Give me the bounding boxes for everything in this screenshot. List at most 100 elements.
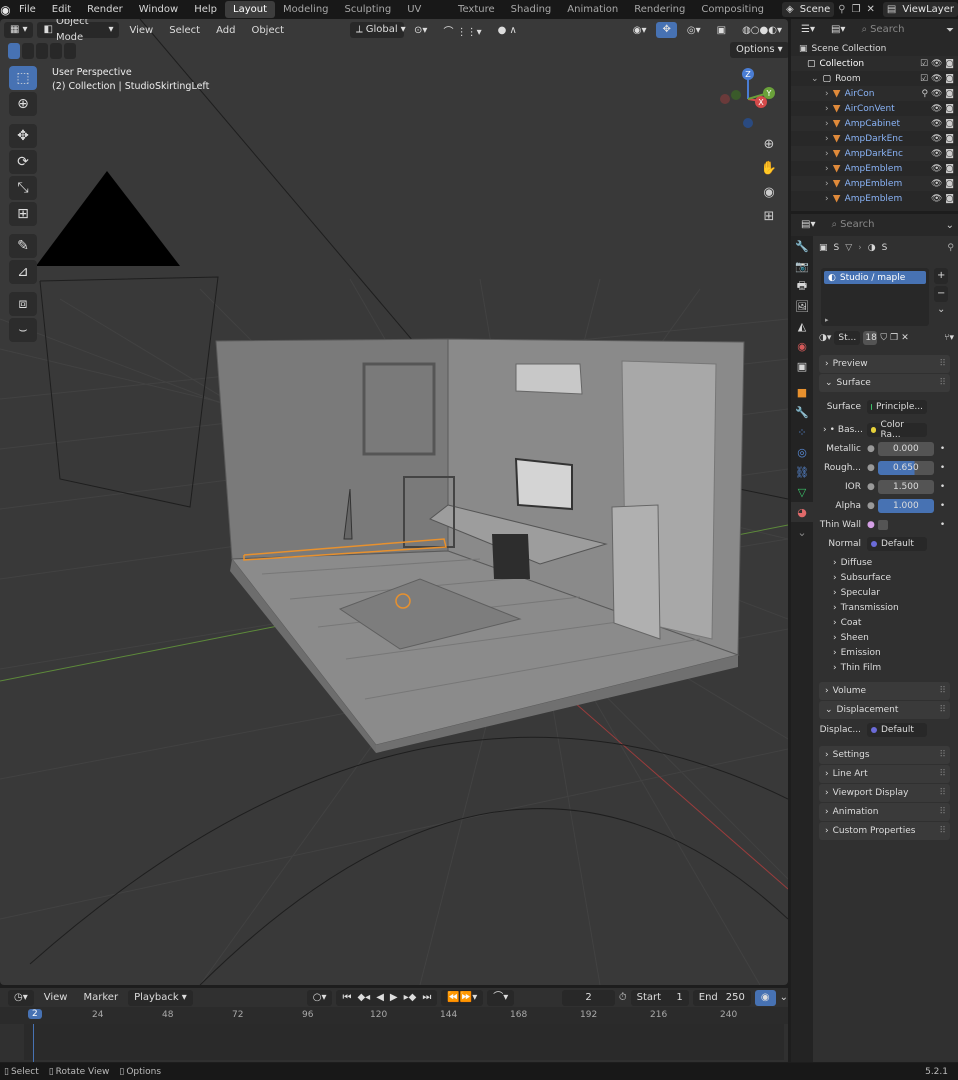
row-toggles[interactable]: ☑ 👁 ◙ xyxy=(920,59,954,69)
base-color-field[interactable]: Color Ra... xyxy=(867,420,927,440)
panel-line-art[interactable]: › Line Art ⠿ xyxy=(819,765,950,783)
render-tab-icon[interactable]: 📷 xyxy=(791,256,813,276)
scale-tool-icon[interactable]: ⤡ xyxy=(9,176,37,200)
outliner-row-aircon[interactable]: › AirCon ⚲ 👁 ◙ xyxy=(791,86,958,101)
menu-add[interactable]: Add xyxy=(210,25,241,36)
drag-handle-icon[interactable]: ⠿ xyxy=(939,826,950,836)
view-layer-tab-icon[interactable]: 🖼 xyxy=(791,296,813,316)
row-toggles[interactable]: 👁 ◙ xyxy=(931,104,954,114)
cursor-tool-icon[interactable]: ⊕ xyxy=(9,92,37,116)
keyframe-dot-icon[interactable]: • xyxy=(940,463,945,473)
menu-file[interactable]: File xyxy=(11,0,44,19)
tab-animation[interactable]: Animation xyxy=(559,1,626,18)
material-slot-item[interactable]: ◐ Studio / maple xyxy=(824,271,926,284)
play-icon[interactable]: ▶ xyxy=(390,990,398,1006)
proportional-edit-icon[interactable]: ● ∧ xyxy=(492,25,523,36)
panel-volume[interactable]: › Volume ⠿ xyxy=(819,682,950,700)
panel-displacement[interactable]: ⌄ Displacement ⠿ xyxy=(819,701,950,719)
socket-dot-icon[interactable]: ● xyxy=(867,501,875,511)
displacement-field[interactable]: Default xyxy=(867,722,927,737)
select-extend-icon[interactable] xyxy=(22,43,34,59)
playback-dropdown[interactable]: Playback ▾ xyxy=(128,989,193,1006)
jump-start-icon[interactable]: ⏮ xyxy=(342,990,351,1006)
curve-tool-icon[interactable]: ⌣ xyxy=(9,318,37,342)
expand-chevron-icon[interactable]: › xyxy=(825,194,829,204)
tab-layout[interactable]: Layout xyxy=(225,1,276,18)
material-browse-icon[interactable]: ◑▾ xyxy=(819,333,831,343)
outliner-row-room[interactable]: ⌄ ▢ Room ☑ 👁 ◙ xyxy=(791,71,958,86)
gizmo-toggle-icon[interactable]: ✥ xyxy=(656,22,677,38)
keyframe-dot-icon[interactable]: • xyxy=(940,501,945,511)
row-toggles[interactable]: ☑ 👁 ◙ xyxy=(920,74,954,84)
transform-tool-icon[interactable]: ⊞ xyxy=(9,202,37,226)
select-new-icon[interactable] xyxy=(8,43,20,59)
keyframe-dot-icon[interactable]: • xyxy=(940,482,945,492)
menu-select[interactable]: Select xyxy=(163,25,206,36)
keyframe-set-icon[interactable]: ⏪⏩▾ xyxy=(441,989,484,1006)
constraints-tab-icon[interactable]: ⛓ xyxy=(791,462,813,482)
expand-chevron-icon[interactable]: › xyxy=(825,164,829,174)
selection-mode-buttons[interactable] xyxy=(8,43,76,59)
filter-icon[interactable]: ▤▾ xyxy=(824,22,852,38)
tab-modeling[interactable]: Modeling xyxy=(275,1,337,18)
zoom-icon[interactable]: ⊕ xyxy=(758,133,780,155)
pin-icon[interactable]: ⚲ xyxy=(947,243,954,253)
start-frame-field[interactable]: Start 1 xyxy=(630,989,689,1006)
roughness-field[interactable]: 0.650 xyxy=(877,460,934,475)
delete-scene-icon[interactable]: ✕ xyxy=(867,4,875,15)
timeline-track-area[interactable] xyxy=(24,1024,784,1060)
play-reverse-icon[interactable]: ◀ xyxy=(376,990,384,1006)
expand-chevron-icon[interactable]: › xyxy=(825,104,829,114)
subpanel-emission[interactable]: › Emission xyxy=(815,645,954,660)
list-resize-icon[interactable]: ▸ xyxy=(825,316,829,324)
subpanel-transmission[interactable]: › Transmission xyxy=(815,600,954,615)
timeline-overlay-chevron-icon[interactable]: ⌄ xyxy=(780,992,788,1003)
material-slot-list[interactable]: ◐ Studio / maple ▸ xyxy=(821,268,929,326)
playhead-frame[interactable]: 2 xyxy=(28,1009,42,1019)
outliner-row-ampemblem-3[interactable]: › AmpEmblem 👁 ◙ xyxy=(791,191,958,206)
ortho-grid-icon[interactable]: ⊞ xyxy=(758,205,780,227)
outliner-row-airconvent[interactable]: › AirConVent 👁 ◙ xyxy=(791,101,958,116)
properties-editor-icon[interactable]: ▤▾ xyxy=(795,217,822,233)
subpanel-thin-film[interactable]: › Thin Film xyxy=(815,660,954,675)
fake-user-shield-icon[interactable]: ⛉ xyxy=(880,333,887,343)
tool-tab-icon[interactable]: 🔧 xyxy=(791,236,813,256)
panel-surface[interactable]: ⌄ Surface ⠿ xyxy=(819,374,950,392)
drag-handle-icon[interactable]: ⠿ xyxy=(939,378,950,388)
expand-chevron-icon[interactable]: › xyxy=(825,119,829,129)
blender-logo-icon[interactable]: ◉ xyxy=(0,0,11,19)
chevron-right-icon[interactable]: › xyxy=(823,425,827,435)
outliner-row-ampcabinet[interactable]: › AmpCabinet 👁 ◙ xyxy=(791,116,958,131)
menu-window[interactable]: Window xyxy=(131,0,186,19)
timeline-overlay-icon[interactable]: ◉ xyxy=(754,989,776,1006)
subpanel-diffuse[interactable]: › Diffuse xyxy=(815,555,954,570)
jump-end-icon[interactable]: ⏭ xyxy=(422,990,431,1006)
room-model[interactable] xyxy=(215,338,745,753)
timeline-ruler[interactable]: 2 24 48 72 96 120 144 168 192 216 240 xyxy=(0,1007,788,1024)
timeline-menu-marker[interactable]: Marker xyxy=(77,992,124,1003)
modifier-tab-icon[interactable]: 🔧 xyxy=(791,402,813,422)
select-intersect-icon[interactable] xyxy=(64,43,76,59)
world-tab-icon[interactable]: ◉ xyxy=(791,336,813,356)
tab-shading[interactable]: Shading xyxy=(503,1,560,18)
socket-dot-icon[interactable]: ● xyxy=(867,463,875,473)
user-count-badge[interactable]: 18 xyxy=(863,331,878,345)
move-tool-icon[interactable]: ✥ xyxy=(9,124,37,148)
panel-custom-properties[interactable]: › Custom Properties ⠿ xyxy=(819,822,950,840)
data-tab-icon[interactable]: ▽ xyxy=(791,482,813,502)
camera-view-icon[interactable]: ◉ xyxy=(758,181,780,203)
tab-texture-paint[interactable]: Texture Paint xyxy=(450,1,503,32)
timeline-menu-view[interactable]: View xyxy=(38,992,74,1003)
row-toggles[interactable]: 👁 ◙ xyxy=(931,164,954,174)
editor-type-selector[interactable]: ▦ ▾ xyxy=(4,22,34,38)
shading-modes-icon[interactable]: ◍○●◐▾ xyxy=(736,25,788,36)
drag-handle-icon[interactable]: ⠿ xyxy=(939,750,950,760)
outliner-row-ampemblem-1[interactable]: › AmpEmblem 👁 ◙ xyxy=(791,161,958,176)
measure-tool-icon[interactable]: ⊿ xyxy=(9,260,37,284)
navigation-gizmo[interactable]: Z X Y xyxy=(714,65,782,133)
menu-object[interactable]: Object xyxy=(245,25,290,36)
outliner-row-collection[interactable]: ▢ Collection ☑ 👁 ◙ xyxy=(791,56,958,71)
output-tab-icon[interactable]: 🖶 xyxy=(791,276,813,296)
snap-timeline-icon[interactable]: ⌒▾ xyxy=(487,989,515,1006)
outliner-row-ampdarkenc-2[interactable]: › AmpDarkEnc 👁 ◙ xyxy=(791,146,958,161)
